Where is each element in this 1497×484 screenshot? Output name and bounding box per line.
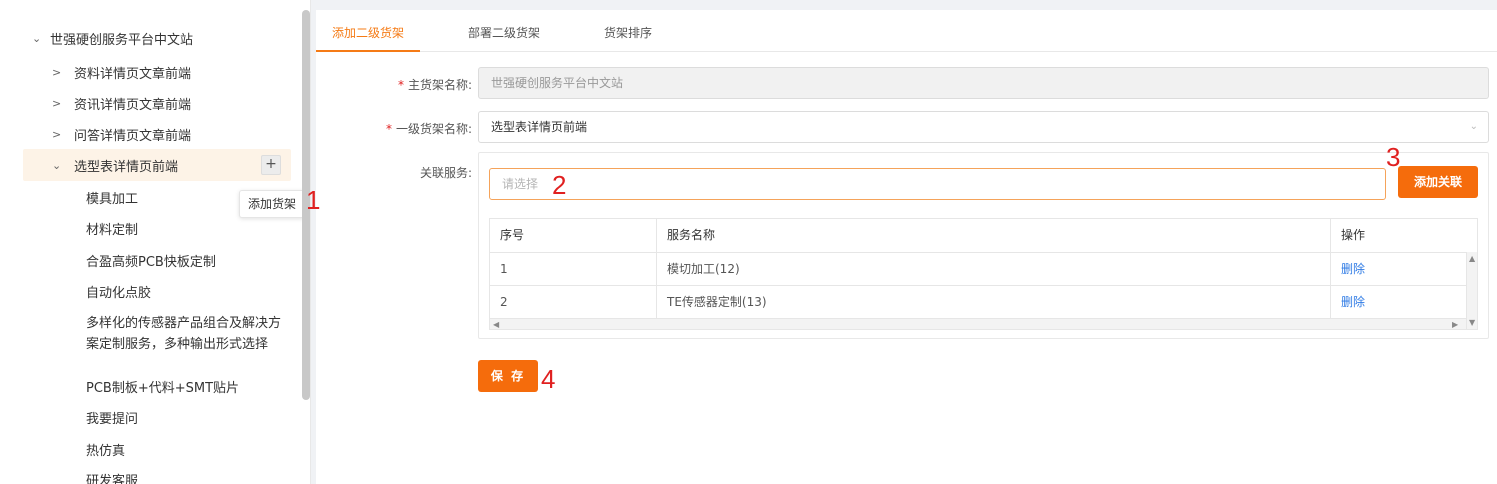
delete-link[interactable]: 删除 <box>1331 286 1466 318</box>
chevron-down-icon: ⌄ <box>1469 121 1478 132</box>
services-table: 序号 服务名称 操作 1 模切加工(12) 删除 2 TE传感器定制(13) 删… <box>489 218 1478 330</box>
table-vertical-scrollbar[interactable]: ▲ ▼ <box>1466 252 1477 329</box>
level1-shelf-value: 选型表详情页前端 <box>491 120 588 134</box>
shelf-form-panel: 添加二级货架 部署二级货架 货架排序 * 主货架名称: 世强硬创服务平台中文站 *… <box>316 10 1497 484</box>
tree-root-label: 世强硬创服务平台中文站 <box>50 32 194 48</box>
delete-link[interactable]: 删除 <box>1331 253 1466 285</box>
scroll-right-icon[interactable]: ▶ <box>1452 319 1458 329</box>
level1-shelf-label: * 一级货架名称: <box>352 120 472 137</box>
tree-node-3[interactable]: > 问答详情页文章前端 <box>52 124 191 144</box>
main-shelf-input: 世强硬创服务平台中文站 <box>478 67 1489 99</box>
table-row: 2 TE传感器定制(13) 删除 <box>490 285 1466 318</box>
tree-leaf[interactable]: 合盈高频PCB快板定制 <box>86 252 216 273</box>
column-header-action: 操作 <box>1341 228 1366 242</box>
active-tab-indicator <box>316 50 420 52</box>
tree-node-4[interactable]: ⌄ 选型表详情页前端 <box>52 155 178 175</box>
tree-node-label: 资讯详情页文章前端 <box>74 97 192 113</box>
tab-deploy-level2[interactable]: 部署二级货架 <box>468 24 540 41</box>
tab-bar: 添加二级货架 部署二级货架 货架排序 <box>316 10 1497 52</box>
tree-leaf[interactable]: 多样化的传感器产品组合及解决方案定制服务，多种输出形式选择 <box>86 313 286 355</box>
add-shelf-button[interactable]: + <box>261 155 281 175</box>
app-root: ⌄ 世强硬创服务平台中文站 > 资料详情页文章前端 > 资讯详情页文章前端 > … <box>0 0 1497 484</box>
tree-leaf[interactable]: PCB制板+代料+SMT贴片 <box>86 378 239 399</box>
level1-shelf-label-text: 一级货架名称: <box>395 122 472 136</box>
shelf-tree-panel: ⌄ 世强硬创服务平台中文站 > 资料详情页文章前端 > 资讯详情页文章前端 > … <box>0 0 311 484</box>
table-row: 1 模切加工(12) 删除 <box>490 252 1466 285</box>
main-shelf-label-text: 主货架名称: <box>407 78 472 92</box>
annotation-4: 4 <box>541 364 556 394</box>
row-no: 2 <box>490 286 657 318</box>
tree-root-node[interactable]: ⌄ 世强硬创服务平台中文站 <box>32 28 193 48</box>
level1-shelf-select[interactable]: 选型表详情页前端 ⌄ <box>478 111 1489 143</box>
annotation-3: 3 <box>1386 142 1401 172</box>
scroll-left-icon[interactable]: ◀ <box>493 319 499 329</box>
table-horizontal-scrollbar[interactable]: ◀ ▶ <box>490 318 1466 329</box>
column-header-no: 序号 <box>490 219 657 252</box>
services-box: 请选择 添加关联 序号 服务名称 操作 1 模切加工(12) 删除 2 TE传感… <box>478 152 1489 339</box>
annotation-2: 2 <box>552 170 567 200</box>
tree-leaf[interactable]: 研发客服 <box>86 471 138 484</box>
chevron-down-icon[interactable]: ⌄ <box>52 159 74 172</box>
required-mark: * <box>385 122 392 136</box>
scroll-up-icon[interactable]: ▲ <box>1469 254 1475 263</box>
tree-node-1[interactable]: > 资料详情页文章前端 <box>52 62 191 82</box>
services-label: 关联服务: <box>419 166 472 180</box>
tree-node-2[interactable]: > 资讯详情页文章前端 <box>52 93 191 113</box>
chevron-right-icon[interactable]: > <box>52 66 74 79</box>
main-shelf-label: * 主货架名称: <box>352 76 472 93</box>
row-service-name: TE传感器定制(13) <box>657 286 1331 318</box>
annotation-1: 1 <box>306 185 321 215</box>
tree-leaf[interactable]: 模具加工 <box>86 189 138 210</box>
chevron-right-icon[interactable]: > <box>52 97 74 110</box>
tree-leaf[interactable]: 我要提问 <box>86 409 138 430</box>
tree-leaf[interactable]: 热仿真 <box>86 441 125 462</box>
required-mark: * <box>397 78 404 92</box>
tree-leaf[interactable]: 自动化点胶 <box>86 283 151 304</box>
add-shelf-tooltip: 添加货架 <box>239 190 305 218</box>
tab-shelf-sort[interactable]: 货架排序 <box>604 24 652 41</box>
tree-node-label: 选型表详情页前端 <box>74 159 179 175</box>
row-no: 1 <box>490 253 657 285</box>
tree-leaf[interactable]: 材料定制 <box>86 220 138 241</box>
save-button[interactable]: 保 存 <box>478 360 538 392</box>
chevron-down-icon[interactable]: ⌄ <box>32 32 50 45</box>
scroll-down-icon[interactable]: ▼ <box>1469 318 1475 327</box>
row-service-name: 模切加工(12) <box>657 253 1331 285</box>
tree-node-label: 问答详情页文章前端 <box>74 128 192 144</box>
tab-add-level2[interactable]: 添加二级货架 <box>332 24 404 41</box>
tree-node-label: 资料详情页文章前端 <box>74 66 192 82</box>
services-select[interactable]: 请选择 <box>489 168 1386 200</box>
column-header-name: 服务名称 <box>657 219 1331 252</box>
chevron-right-icon[interactable]: > <box>52 128 74 141</box>
add-link-button[interactable]: 添加关联 <box>1398 166 1478 198</box>
